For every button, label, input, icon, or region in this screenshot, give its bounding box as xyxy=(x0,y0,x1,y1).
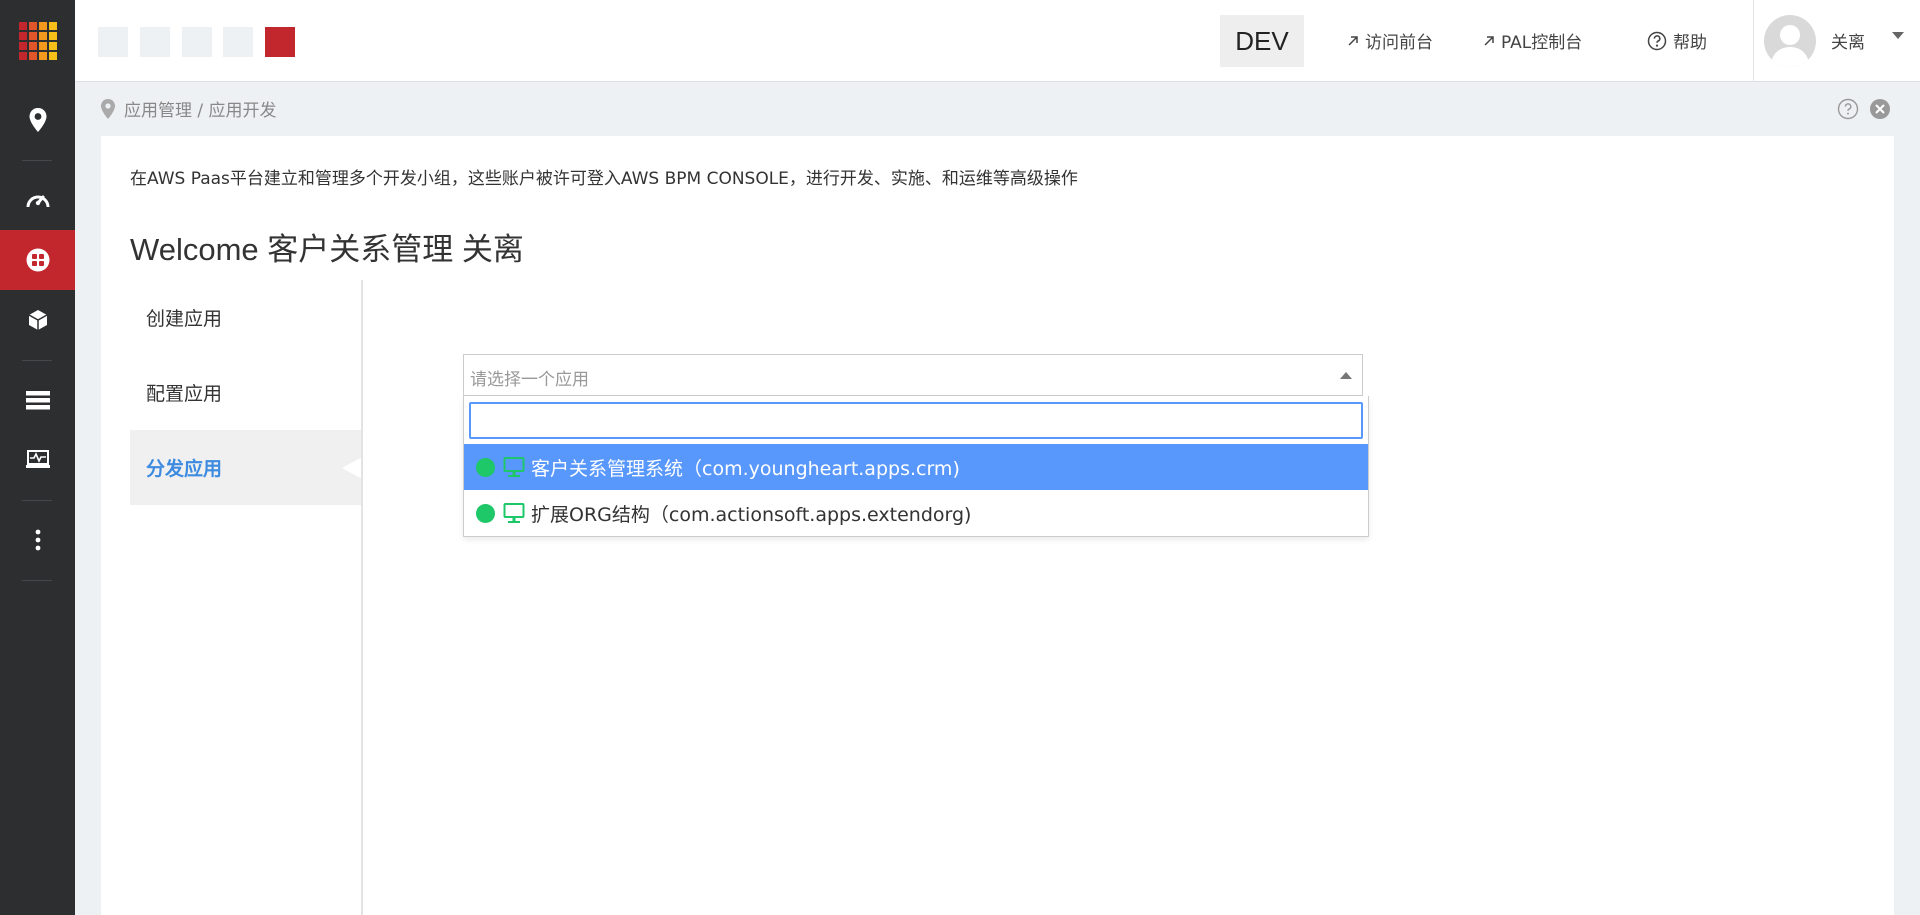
monitor-pulse-icon xyxy=(25,450,50,468)
app-select-dropdown: 客户关系管理系统（com.youngheart.apps.crm) 扩展ORG结… xyxy=(463,396,1369,537)
status-online-icon xyxy=(476,503,495,523)
help-link[interactable]: 帮助 xyxy=(1647,28,1707,53)
top-bar: DEV 访问前台 PAL控制台 帮助 关离 xyxy=(75,0,1920,82)
app-option-crm[interactable]: 客户关系管理系统（com.youngheart.apps.crm) xyxy=(464,444,1368,490)
chevron-down-icon xyxy=(1892,32,1904,39)
avatar xyxy=(1764,15,1816,67)
rail-item-monitor[interactable] xyxy=(0,430,75,490)
top-tab-placeholder-3[interactable] xyxy=(182,27,212,57)
breadcrumb-bar: 应用管理 / 应用开发 xyxy=(75,82,1920,136)
app-select[interactable]: 请选择一个应用 xyxy=(463,354,1363,396)
location-pin-icon xyxy=(29,108,46,132)
page-help-button[interactable] xyxy=(1837,98,1859,120)
speedometer-icon xyxy=(26,195,49,208)
app-search-input[interactable] xyxy=(469,402,1363,439)
monitor-icon xyxy=(503,457,525,477)
env-badge: DEV xyxy=(1220,15,1304,67)
app-logo[interactable] xyxy=(0,0,75,82)
visit-frontend-link[interactable]: 访问前台 xyxy=(1347,28,1433,53)
breadcrumb: 应用管理 / 应用开发 xyxy=(100,96,277,121)
rail-item-packages[interactable] xyxy=(0,290,75,350)
app-option-extendorg[interactable]: 扩展ORG结构（com.actionsoft.apps.extendorg) xyxy=(464,490,1368,536)
rail-item-more[interactable] xyxy=(0,510,75,570)
rail-item-dashboard[interactable] xyxy=(0,170,75,230)
intro-text: 在AWS Paas平台建立和管理多个开发小组，这些账户被许可登入AWS BPM … xyxy=(130,169,1078,189)
location-pin-icon xyxy=(101,98,115,119)
step-nav: 创建应用 配置应用 分发应用 xyxy=(130,280,364,505)
step-distribute-app[interactable]: 分发应用 xyxy=(130,430,364,505)
arrow-up-right-icon xyxy=(1484,35,1494,46)
app-select-placeholder: 请选择一个应用 xyxy=(470,370,589,390)
help-circle-icon xyxy=(1837,98,1859,120)
steps-divider xyxy=(361,280,363,915)
visit-frontend-label: 访问前台 xyxy=(1365,33,1433,53)
page-close-button[interactable] xyxy=(1869,98,1891,120)
rail-item-location[interactable] xyxy=(0,90,75,150)
left-rail xyxy=(0,0,75,915)
user-menu[interactable]: 关离 xyxy=(1753,0,1920,82)
page-title: Welcome 客户关系管理 关离 xyxy=(130,232,524,267)
user-name: 关离 xyxy=(1831,33,1865,53)
user-avatar-icon xyxy=(1770,25,1810,67)
pal-console-label: PAL控制台 xyxy=(1501,33,1583,53)
apps-grid-icon xyxy=(26,248,49,272)
top-tab-placeholder-2[interactable] xyxy=(140,27,170,57)
caret-up-icon xyxy=(1340,372,1352,379)
status-online-icon xyxy=(476,457,495,477)
list-icon xyxy=(25,391,50,410)
pal-console-link[interactable]: PAL控制台 xyxy=(1483,28,1582,53)
app-option-extendorg-label: 扩展ORG结构（com.actionsoft.apps.extendorg) xyxy=(531,503,972,526)
content-card: 在AWS Paas平台建立和管理多个开发小组，这些账户被许可登入AWS BPM … xyxy=(101,136,1894,915)
cube-icon xyxy=(28,310,47,330)
breadcrumb-text: 应用管理 / 应用开发 xyxy=(124,101,277,121)
help-label: 帮助 xyxy=(1673,33,1707,53)
logo-grid-icon xyxy=(18,22,57,60)
more-vertical-icon xyxy=(35,529,40,551)
help-circle-icon xyxy=(1647,31,1667,50)
arrow-up-right-icon xyxy=(1348,35,1358,46)
monitor-icon xyxy=(503,503,525,523)
top-tab-active[interactable] xyxy=(265,27,295,57)
rail-item-apps[interactable] xyxy=(0,230,75,290)
top-tab-placeholder-4[interactable] xyxy=(223,27,253,57)
rail-item-list[interactable] xyxy=(0,370,75,430)
app-option-crm-label: 客户关系管理系统（com.youngheart.apps.crm) xyxy=(531,457,960,480)
step-create-app[interactable]: 创建应用 xyxy=(130,280,363,355)
top-tab-placeholder-1[interactable] xyxy=(98,27,128,57)
step-configure-app[interactable]: 配置应用 xyxy=(130,355,363,430)
close-circle-icon xyxy=(1870,99,1890,119)
